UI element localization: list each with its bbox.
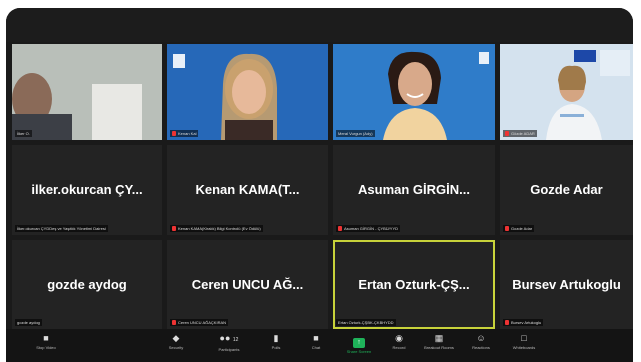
participant-caption: Asuman GİRGİN - ÇYBÜ/YYD [336,225,401,232]
participant-video [333,44,495,140]
participant-name: ilker.okurcan ÇY... [31,181,143,197]
muted-mic-icon [505,131,509,136]
participant-video [500,44,633,140]
active-speaker-tile[interactable]: Ertan Ozturk-ÇŞ... Ertan Ozturk-ÇŞBK-ÇKB… [333,240,495,329]
people-icon: ●● 12 [219,333,239,343]
share-screen-button[interactable]: ↑ Share Screen [341,331,377,355]
participants-button[interactable]: ●● 12 Participants [211,331,247,353]
stop-video-button[interactable]: ■ Stop Video [28,331,64,351]
participant-name: gozde aydog [47,276,127,292]
participants-count: 12 [232,337,239,343]
chat-bubble-icon: ■ [313,333,319,343]
participant-caption: Kenan Kal [170,130,199,137]
participant-name: Bursev Artukoglu [512,276,621,292]
muted-mic-icon [172,320,176,325]
muted-mic-icon [172,226,176,231]
breakout-rooms-button[interactable]: ▦ Breakout Rooms [421,331,457,351]
participant-tile[interactable]: Kenan KAMA(T... Kenan KAMA(Kiralık) Bilg… [167,145,328,235]
breakout-grid-icon: ▦ [434,333,444,343]
whiteboards-button[interactable]: □ Whiteboards [506,331,542,351]
participant-caption: gozde aydog [15,319,42,326]
participant-tile[interactable]: Asuman GİRGİN... Asuman GİRGİN - ÇYBÜ/YY… [333,145,495,235]
muted-mic-icon [505,320,509,325]
participant-caption: Meral Vurgun (Ady) [336,130,375,137]
participant-tile[interactable]: gozde aydog gozde aydog [12,240,162,329]
participant-caption: Gozde Adar [503,225,535,232]
smiley-icon: ☺ [476,333,486,343]
reactions-button[interactable]: ☺ Reactions [463,331,499,351]
top-bar [6,8,633,42]
participant-caption: Gözde ADAR [503,130,537,137]
participant-tile[interactable]: Bursev Artukoglu Bursev Artukoglu [500,240,633,329]
record-button[interactable]: ◉ Record [381,331,417,351]
participant-video [167,44,328,140]
participant-video [12,44,162,140]
meeting-window: İlker O. Kenan Kal Meral Vurgun (Ady) Gö… [6,8,633,362]
participant-name: Kenan KAMA(T... [195,181,300,197]
participant-caption: Ceren UNCU AĞAÇKIRAN [170,319,229,326]
chat-button[interactable]: ■ Chat [298,331,334,351]
participant-name: Ceren UNCU AĞ... [191,276,304,292]
meeting-toolbar: ■ Stop Video ◆ Security ●● 12 Participan… [6,329,633,362]
participant-tile[interactable]: ilker.okurcan ÇY... İlker.okurcan ÇYDDeş… [12,145,162,235]
participant-name: Ertan Ozturk-ÇŞ... [358,276,470,292]
participant-tile[interactable]: Gozde Adar Gozde Adar [500,145,633,235]
participant-name: Gozde Adar [530,181,603,197]
share-arrow-icon: ↑ [353,338,365,348]
whiteboard-icon: □ [521,333,527,343]
participant-name: Asuman GİRGİN... [358,181,470,197]
participant-tile[interactable]: Kenan Kal [167,44,328,140]
bar-chart-icon: ▮ [273,333,279,343]
participant-tile[interactable]: Gözde ADAR [500,44,633,140]
participant-caption: Ertan Ozturk-ÇŞBK-ÇKBHYDD [336,319,396,326]
polls-button[interactable]: ▮ Polls [258,331,294,351]
participant-tile[interactable]: Meral Vurgun (Ady) [333,44,495,140]
participant-caption: Bursev Artukoglu [503,319,544,326]
video-camera-icon: ■ [43,333,49,343]
participant-caption: İlker.okurcan ÇYDDeş ve Yaşıtlık Yönetim… [15,225,108,232]
muted-mic-icon [505,226,509,231]
muted-mic-icon [338,226,342,231]
security-button[interactable]: ◆ Security [158,331,194,351]
participant-grid: İlker O. Kenan Kal Meral Vurgun (Ady) Gö… [12,44,633,329]
participant-tile[interactable]: Ceren UNCU AĞ... Ceren UNCU AĞAÇKIRAN [167,240,328,329]
participant-tile[interactable]: İlker O. [12,44,162,140]
record-icon: ◉ [395,333,403,343]
muted-mic-icon [172,131,176,136]
participant-caption: İlker O. [15,130,32,137]
participant-caption: Kenan KAMA(Kiralık) Bilgi Kontrolü (Ev Ö… [170,225,263,232]
shield-icon: ◆ [172,333,180,343]
